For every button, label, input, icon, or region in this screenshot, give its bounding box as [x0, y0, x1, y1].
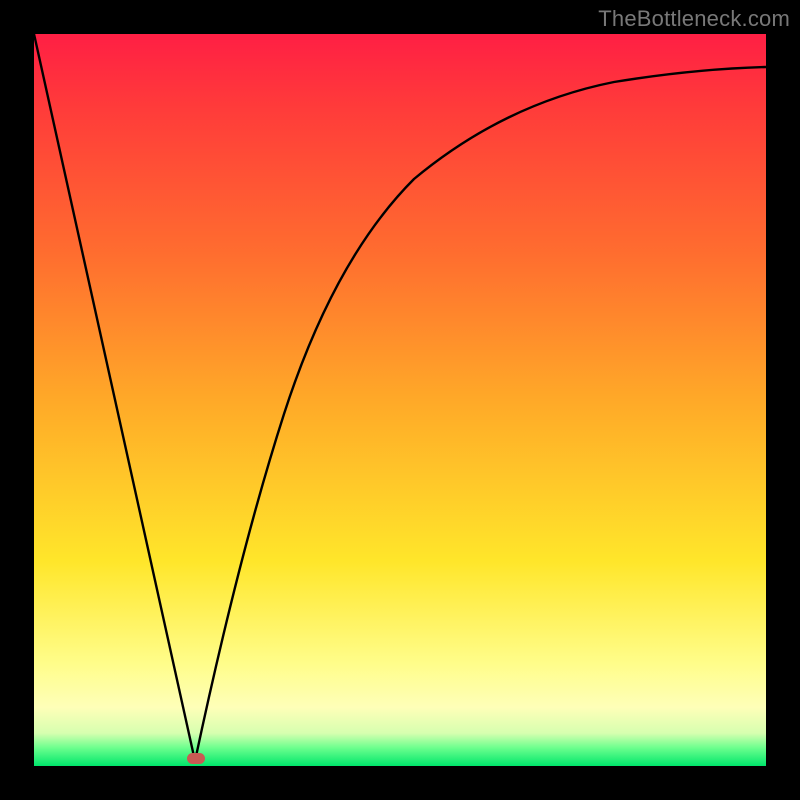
curve-left-limb	[34, 34, 195, 761]
curve-right-limb	[195, 67, 766, 761]
watermark-text: TheBottleneck.com	[598, 6, 790, 32]
chart-frame: TheBottleneck.com	[0, 0, 800, 800]
plot-area	[34, 34, 766, 766]
bottleneck-curve	[34, 34, 766, 766]
minimum-marker	[187, 753, 205, 764]
